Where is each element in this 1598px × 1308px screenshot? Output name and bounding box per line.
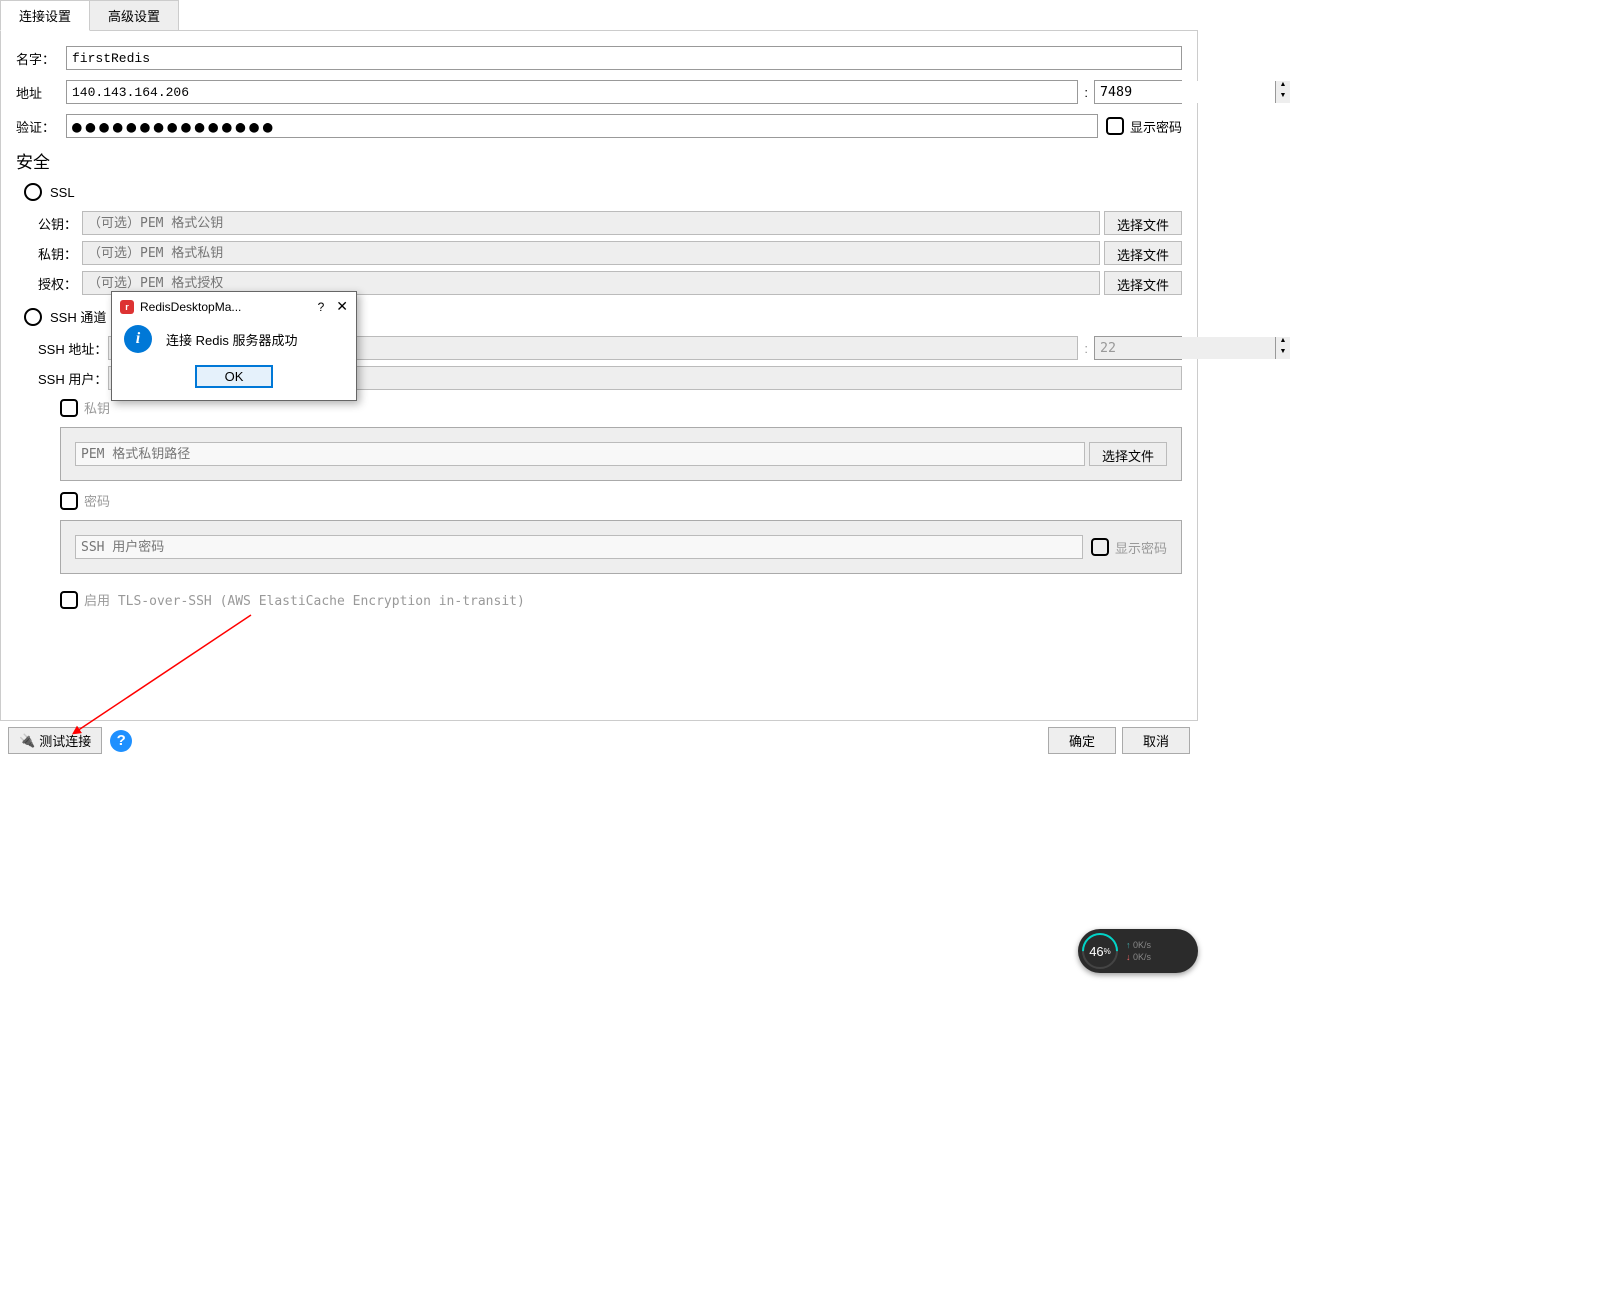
privkey-input bbox=[82, 241, 1100, 265]
port-spin-down[interactable]: ▼ bbox=[1276, 92, 1290, 103]
pubkey-label: 公钥： bbox=[38, 214, 82, 233]
ssh-port-input bbox=[1095, 337, 1275, 359]
tls-over-ssh-label: 启用 TLS-over-SSH (AWS ElastiCache Encrypt… bbox=[84, 590, 525, 609]
dialog-title: RedisDesktopMa... bbox=[140, 300, 306, 314]
ssh-privkey-checkbox[interactable] bbox=[60, 399, 78, 417]
ssh-show-password-label: 显示密码 bbox=[1115, 538, 1167, 557]
ssh-port-spin-up: ▲ bbox=[1276, 337, 1290, 348]
ssh-show-password-checkbox[interactable] bbox=[1091, 538, 1109, 556]
name-label: 名字： bbox=[16, 49, 66, 68]
app-icon: r bbox=[120, 300, 134, 314]
content-panel: 名字： 地址 : ▲ ▼ 验证： 显示密码 安全 SSL 公钥： 选择文件 bbox=[0, 31, 1198, 721]
ssh-password-label: 密码 bbox=[84, 491, 110, 510]
auth-label: 验证： bbox=[16, 117, 66, 136]
ssh-password-block: 显示密码 bbox=[60, 520, 1182, 574]
ok-button[interactable]: 确定 bbox=[1048, 727, 1116, 754]
test-connection-label: 测试连接 bbox=[39, 731, 91, 750]
net-up: 0K/s bbox=[1126, 939, 1151, 951]
test-connection-button[interactable]: 🔌 测试连接 bbox=[8, 727, 102, 754]
system-monitor-widget[interactable]: 46% 0K/s 0K/s bbox=[1078, 929, 1198, 973]
ssh-label: SSH 通道 bbox=[50, 307, 106, 326]
address-label: 地址 bbox=[16, 83, 66, 102]
name-input[interactable] bbox=[66, 46, 1182, 70]
port-spin-up[interactable]: ▲ bbox=[1276, 81, 1290, 92]
dialog-message: 连接 Redis 服务器成功 bbox=[166, 330, 297, 349]
show-password-label: 显示密码 bbox=[1130, 117, 1182, 136]
auth-input[interactable] bbox=[66, 114, 1098, 138]
ssh-password-checkbox[interactable] bbox=[60, 492, 78, 510]
pubkey-input bbox=[82, 211, 1100, 235]
tls-over-ssh-checkbox[interactable] bbox=[60, 591, 78, 609]
ssh-user-label: SSH 用户： bbox=[38, 369, 108, 388]
show-password-checkbox[interactable] bbox=[1106, 117, 1124, 135]
authkey-choose-file-button[interactable]: 选择文件 bbox=[1104, 271, 1182, 295]
privkey-label: 私钥： bbox=[38, 244, 82, 263]
message-dialog: r RedisDesktopMa... ? ✕ i 连接 Redis 服务器成功… bbox=[111, 291, 357, 401]
ssh-radio[interactable] bbox=[24, 308, 42, 326]
help-icon[interactable]: ? bbox=[110, 730, 132, 752]
ssh-port-spin-down: ▼ bbox=[1276, 348, 1290, 359]
ssh-privkey-label: 私钥 bbox=[84, 398, 110, 417]
cancel-button[interactable]: 取消 bbox=[1122, 727, 1190, 754]
ssh-port-colon: : bbox=[1084, 341, 1088, 356]
address-port-colon: : bbox=[1084, 85, 1088, 100]
ssl-radio[interactable] bbox=[24, 183, 42, 201]
ssh-privkey-block: 选择文件 bbox=[60, 427, 1182, 481]
cpu-gauge: 46% bbox=[1082, 933, 1118, 969]
footer-bar: 🔌 测试连接 ? 确定 取消 bbox=[0, 721, 1198, 760]
privkey-choose-file-button[interactable]: 选择文件 bbox=[1104, 241, 1182, 265]
authkey-label: 授权： bbox=[38, 274, 82, 293]
dialog-ok-button[interactable]: OK bbox=[195, 365, 274, 388]
info-icon: i bbox=[124, 325, 152, 353]
tab-connection[interactable]: 连接设置 bbox=[0, 0, 90, 31]
tab-advanced[interactable]: 高级设置 bbox=[89, 0, 179, 30]
ssl-label: SSL bbox=[50, 185, 75, 200]
pubkey-choose-file-button[interactable]: 选择文件 bbox=[1104, 211, 1182, 235]
address-input[interactable] bbox=[66, 80, 1078, 104]
ssh-privkey-choose-file-button[interactable]: 选择文件 bbox=[1089, 442, 1167, 466]
tabs-bar: 连接设置 高级设置 bbox=[0, 0, 1198, 31]
security-title: 安全 bbox=[16, 148, 1182, 173]
ssh-address-label: SSH 地址： bbox=[38, 339, 108, 358]
ssh-password-input bbox=[75, 535, 1083, 559]
plug-icon: 🔌 bbox=[19, 733, 35, 749]
port-input[interactable] bbox=[1095, 81, 1275, 103]
dialog-close-icon[interactable]: ✕ bbox=[336, 298, 348, 315]
ssh-privkey-path-input bbox=[75, 442, 1085, 466]
net-down: 0K/s bbox=[1126, 951, 1151, 963]
dialog-help-icon[interactable]: ? bbox=[318, 300, 325, 314]
